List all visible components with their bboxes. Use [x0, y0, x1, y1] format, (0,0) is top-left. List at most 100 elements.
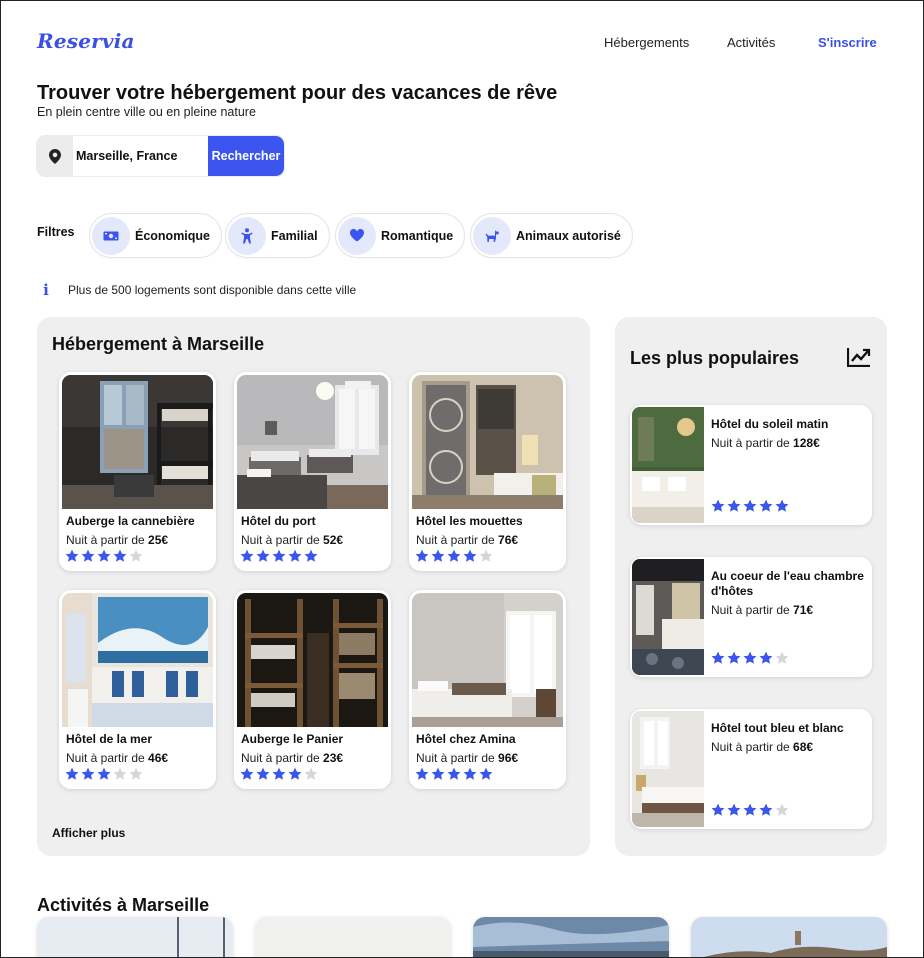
star-filled-icon — [81, 549, 95, 562]
rating-stars — [240, 549, 318, 563]
star-filled-icon — [256, 549, 270, 562]
star-filled-icon — [447, 549, 461, 562]
star-filled-icon — [711, 651, 725, 664]
filter-label: Animaux autorisé — [516, 228, 621, 243]
star-filled-icon — [743, 499, 757, 512]
star-filled-icon — [759, 803, 773, 816]
rating-stars — [415, 549, 493, 563]
accommodation-card[interactable]: Hôtel de la mer Nuit à partir de 46€ — [59, 590, 216, 789]
rating-stars — [711, 499, 789, 513]
rating-stars — [240, 767, 318, 781]
star-filled-icon — [463, 549, 477, 562]
star-filled-icon — [304, 549, 318, 562]
popular-card[interactable]: Au coeur de l'eau chambre d'hôtes Nuit à… — [630, 557, 872, 677]
popular-name: Hôtel du soleil matin — [711, 417, 829, 431]
star-filled-icon — [711, 499, 725, 512]
accommodation-card[interactable]: Auberge le Panier Nuit à partir de 23€ — [234, 590, 391, 789]
activity-card[interactable] — [473, 917, 669, 957]
popular-card[interactable]: Hôtel tout bleu et blanc Nuit à partir d… — [630, 709, 872, 829]
popular-panel: Les plus populaires Hôtel du soleil mati… — [615, 317, 887, 856]
star-filled-icon — [447, 767, 461, 780]
room-photo — [62, 375, 213, 509]
star-filled-icon — [240, 767, 254, 780]
page-title: Trouver votre hébergement pour des vacan… — [37, 82, 558, 104]
accommodation-name: Hôtel chez Amina — [416, 732, 516, 746]
accommodation-name: Auberge le Panier — [241, 732, 344, 746]
star-empty-icon — [129, 549, 143, 562]
accommodation-card[interactable]: Hôtel chez Amina Nuit à partir de 96€ — [409, 590, 566, 789]
star-filled-icon — [272, 549, 286, 562]
show-more-link[interactable]: Afficher plus — [52, 826, 125, 840]
info-icon: i — [43, 281, 49, 299]
accommodation-name: Hôtel du port — [241, 514, 316, 528]
accommodation-card[interactable]: Hôtel du port Nuit à partir de 52€ — [234, 372, 391, 571]
filter-romantique[interactable]: Romantique — [336, 214, 465, 257]
room-photo — [632, 559, 704, 675]
accommodation-price: Nuit à partir de 52€ — [241, 533, 344, 547]
room-photo — [632, 711, 704, 827]
star-empty-icon — [304, 767, 318, 780]
search-button[interactable]: Rechercher — [208, 136, 284, 176]
star-filled-icon — [81, 767, 95, 780]
star-filled-icon — [97, 767, 111, 780]
rating-stars — [65, 767, 143, 781]
nav-activites[interactable]: Activités — [727, 35, 775, 50]
search-input[interactable]: Marseille, France — [73, 136, 208, 176]
page-subtitle: En plein centre ville ou en pleine natur… — [37, 105, 256, 119]
star-filled-icon — [743, 803, 757, 816]
star-filled-icon — [288, 767, 302, 780]
star-filled-icon — [743, 651, 757, 664]
room-photo — [62, 593, 213, 727]
activity-card[interactable] — [255, 917, 451, 957]
filter-label: Familial — [271, 228, 318, 243]
star-filled-icon — [759, 651, 773, 664]
rating-stars — [415, 767, 493, 781]
room-photo — [412, 593, 563, 727]
star-filled-icon — [711, 803, 725, 816]
star-filled-icon — [479, 767, 493, 780]
star-filled-icon — [113, 549, 127, 562]
rating-stars — [711, 651, 789, 665]
star-filled-icon — [415, 767, 429, 780]
money-icon — [92, 216, 130, 255]
star-filled-icon — [240, 549, 254, 562]
popular-card[interactable]: Hôtel du soleil matin Nuit à partir de 1… — [630, 405, 872, 525]
nav-hebergements[interactable]: Hébergements — [604, 35, 689, 50]
star-filled-icon — [65, 549, 79, 562]
filter-label: Économique — [135, 228, 211, 243]
heart-icon — [338, 216, 376, 255]
popular-price: Nuit à partir de 71€ — [711, 603, 814, 617]
dog-icon — [473, 216, 511, 255]
room-photo — [237, 375, 388, 509]
popular-price: Nuit à partir de 68€ — [711, 740, 814, 754]
star-filled-icon — [65, 767, 79, 780]
map-pin-icon — [37, 136, 73, 176]
star-filled-icon — [775, 499, 789, 512]
child-icon — [228, 216, 266, 255]
room-photo — [412, 375, 563, 509]
activity-card[interactable] — [37, 917, 233, 957]
filter-economique[interactable]: Économique — [90, 214, 222, 257]
trending-up-icon — [846, 347, 871, 372]
accommodation-card[interactable]: Auberge la cannebière Nuit à partir de 2… — [59, 372, 216, 571]
room-photo — [632, 407, 704, 523]
star-filled-icon — [727, 651, 741, 664]
accommodations-title: Hébergement à Marseille — [52, 334, 265, 354]
accommodation-name: Auberge la cannebière — [66, 514, 195, 528]
popular-title: Les plus populaires — [630, 348, 800, 368]
star-empty-icon — [113, 767, 127, 780]
filter-animaux[interactable]: Animaux autorisé — [471, 214, 632, 257]
logo[interactable]: Reservia — [37, 29, 135, 53]
star-empty-icon — [775, 803, 789, 816]
accommodation-card[interactable]: Hôtel les mouettes Nuit à partir de 76€ — [409, 372, 566, 571]
accommodation-price: Nuit à partir de 96€ — [416, 751, 519, 765]
accommodations-panel: Hébergement à Marseille Auberge la canne… — [37, 317, 590, 856]
accommodation-price: Nuit à partir de 76€ — [416, 533, 519, 547]
signup-link[interactable]: S'inscrire — [818, 35, 877, 50]
star-filled-icon — [415, 549, 429, 562]
filter-familial[interactable]: Familial — [226, 214, 329, 257]
star-filled-icon — [431, 549, 445, 562]
activity-card[interactable] — [691, 917, 887, 957]
star-filled-icon — [727, 803, 741, 816]
page: Reservia Hébergements Activités S'inscri… — [0, 0, 924, 958]
